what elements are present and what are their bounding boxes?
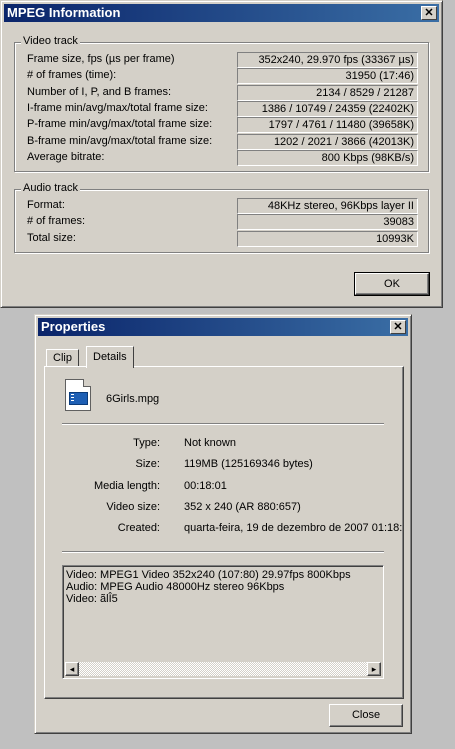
info-row-label: B-frame min/avg/max/total frame size: [27,134,213,147]
audio-track-label: Audio track [21,182,81,194]
mpeg-window-title: MPEG Information [7,5,121,20]
info-row-label: Average bitrate: [27,150,105,163]
scroll-right-button[interactable]: ▸ [367,662,381,676]
scroll-left-icon: ◂ [69,664,75,674]
property-key: Type: [133,437,160,449]
info-row: # of frames: 39083 [15,214,428,231]
audio-track-group: Audio track Format: 48KHz stereo, 96Kbps … [14,182,429,253]
info-row-value: 2134 / 8529 / 21287 [237,84,418,101]
tab-clip-label: Clip [53,352,72,364]
info-row-label: Total size: [27,231,76,244]
properties-close-icon[interactable]: ✕ [390,320,406,334]
details-line: Video: ãlÎ5 [66,593,118,605]
tab-details[interactable]: Details [86,346,134,368]
property-value: 352 x 240 (AR 880:657) [184,500,301,513]
info-row-label: Number of I, P, and B frames: [27,85,172,98]
property-value: 119MB (125169346 bytes) [184,458,313,471]
ok-button-label: OK [384,278,400,290]
video-track-group: Video track Frame size, fps (µs per fram… [14,35,429,172]
properties-title-bar[interactable]: Properties ✕ [38,318,408,336]
info-row-value: 39083 [237,214,418,231]
info-row-value: 1386 / 10749 / 24359 (22402K) [237,100,418,117]
video-track-label: Video track [21,35,80,47]
property-value: quarta-feira, 19 de dezembro de 2007 01:… [184,522,403,535]
info-row: Average bitrate: 800 Kbps (98KB/s) [15,149,428,166]
property-key: Video size: [106,500,160,513]
mpeg-close-icon[interactable]: ✕ [421,6,437,20]
info-row-label: I-frame min/avg/max/total frame size: [27,101,208,114]
info-row: B-frame min/avg/max/total frame size: 120… [15,133,428,150]
info-row-value: 800 Kbps (98KB/s) [237,149,418,166]
info-row-value: 1202 / 2021 / 3866 (42013K) [237,133,418,150]
info-row: Format: 48KHz stereo, 96Kbps layer II [15,198,428,214]
info-row-value: 352x240, 29.970 fps (33367 µs) [237,52,418,68]
details-tab-page: 6Girls.mpg Type: Not known Size: 119MB (125… [44,366,404,699]
horizontal-scrollbar[interactable]: ◂ ▸ [65,662,381,676]
file-name[interactable]: 6Girls.mpg [106,393,159,405]
mpeg-info-window: MPEG Information ✕ Video track Frame siz… [0,0,443,308]
info-row-value: 10993K [237,230,418,247]
info-row-label: Frame size, fps (µs per frame) [27,53,175,65]
info-row-label: P-frame min/avg/max/total frame size: [27,118,213,131]
properties-window-title: Properties [41,319,106,334]
details-line: Video: MPEG1 Video 352x240 (107:80) 29.9… [66,569,351,581]
info-row: Frame size, fps (µs per frame) 352x240, 2… [15,52,428,68]
info-row: I-frame min/avg/max/total frame size: 138… [15,100,428,117]
info-row-label: # of frames (time): [27,69,117,82]
tab-details-label: Details [93,351,127,363]
close-button[interactable]: Close [329,704,403,727]
details-line: Audio: MPEG Audio 48000Hz stereo 96Kbps [66,581,285,593]
divider-top [62,423,384,425]
scroll-right-icon: ▸ [371,664,377,674]
details-textbox[interactable]: Video: MPEG1 Video 352x240 (107:80) 29.9… [62,565,384,679]
info-row: Total size: 10993K [15,230,428,247]
property-value: 00:18:01 [184,479,227,492]
ok-button[interactable]: OK [354,272,430,296]
property-key: Media length: [93,479,160,492]
info-row-label: Format: [27,199,65,211]
info-row-label: # of frames: [27,215,86,228]
mpeg-title-bar[interactable]: MPEG Information ✕ [4,4,439,22]
properties-window: Properties ✕ Clip Details 6Girls.mpg Typ… [34,314,412,734]
tab-clip[interactable]: Clip [46,349,79,366]
info-row-value: 1797 / 4761 / 11480 (39658K) [237,117,418,134]
info-row: P-frame min/avg/max/total frame size: 179… [15,117,428,134]
info-row: # of frames (time): 31950 (17:46) [15,68,428,85]
divider-bottom [62,551,384,553]
close-button-label: Close [351,709,381,721]
info-row-value: 31950 (17:46) [237,68,418,85]
mpg-file-icon [65,379,91,411]
info-row-value: 48KHz stereo, 96Kbps layer II [237,198,418,214]
property-key: Created: [117,522,160,535]
property-value: Not known [184,437,236,449]
scroll-left-button[interactable]: ◂ [65,662,79,676]
property-key: Size: [135,458,160,471]
info-row: Number of I, P, and B frames: 2134 / 8529… [15,84,428,101]
